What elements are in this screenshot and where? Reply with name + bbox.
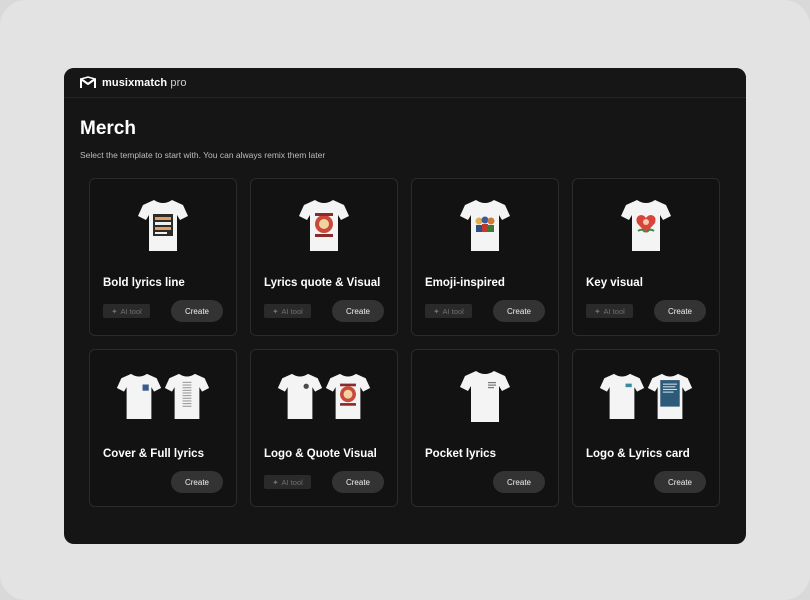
page-title: Merch — [80, 118, 136, 139]
ai-tool-tag: ✦ AI tool — [264, 475, 311, 489]
template-card-cover-full-lyrics[interactable]: Cover & Full lyrics Create — [89, 349, 237, 507]
tshirt-preview — [90, 368, 236, 424]
card-title: Key visual — [586, 277, 643, 289]
card-title: Lyrics quote & Visual — [264, 277, 381, 289]
template-grid: Bold lyrics line ✦ AI tool Create Lyrics … — [89, 178, 720, 507]
create-button[interactable]: Create — [171, 300, 223, 322]
template-card-bold-lyrics-line[interactable]: Bold lyrics line ✦ AI tool Create — [89, 178, 237, 336]
tshirt-preview — [90, 197, 236, 253]
tshirt-preview — [412, 197, 558, 253]
template-card-lyrics-quote-visual[interactable]: Lyrics quote & Visual ✦ AI tool Create — [250, 178, 398, 336]
sparkle-icon: ✦ — [594, 306, 601, 316]
create-button[interactable]: Create — [493, 471, 545, 493]
card-title: Bold lyrics line — [103, 277, 185, 289]
tshirt-back-icon — [325, 373, 371, 419]
tshirt-back-icon — [164, 373, 210, 419]
tshirt-preview — [412, 368, 558, 424]
create-button[interactable]: Create — [332, 300, 384, 322]
musixmatch-logo-icon — [80, 75, 96, 88]
create-button[interactable]: Create — [654, 300, 706, 322]
tshirt-icon — [138, 200, 188, 251]
page-subtitle: Select the template to start with. You c… — [80, 150, 326, 160]
card-title: Cover & Full lyrics — [103, 448, 204, 460]
create-button[interactable]: Create — [171, 471, 223, 493]
brand-name: musixmatch pro — [102, 76, 187, 89]
tshirt-icon — [621, 200, 671, 251]
tshirt-preview — [573, 368, 719, 424]
ai-tool-tag: ✦ AI tool — [103, 304, 150, 318]
app-window: musixmatch pro Merch Select the template… — [64, 68, 746, 544]
tshirt-icon — [299, 200, 349, 251]
tshirt-preview — [251, 197, 397, 253]
sparkle-icon: ✦ — [433, 306, 440, 316]
top-bar: musixmatch pro — [64, 68, 746, 98]
tshirt-icon — [460, 371, 510, 422]
tshirt-icon — [460, 200, 510, 251]
tshirt-preview — [573, 197, 719, 253]
card-title: Logo & Quote Visual — [264, 448, 377, 460]
tshirt-preview — [251, 368, 397, 424]
sparkle-icon: ✦ — [272, 306, 279, 316]
card-title: Logo & Lyrics card — [586, 448, 690, 460]
tshirt-front-icon — [277, 373, 323, 419]
card-title: Emoji-inspired — [425, 277, 505, 289]
ai-tool-tag: ✦ AI tool — [425, 304, 472, 318]
template-card-emoji-inspired[interactable]: Emoji-inspired ✦ AI tool Create — [411, 178, 559, 336]
tshirt-back-icon — [647, 373, 693, 419]
create-button[interactable]: Create — [493, 300, 545, 322]
tshirt-front-icon — [116, 373, 162, 419]
ai-tool-tag: ✦ AI tool — [586, 304, 633, 318]
template-card-key-visual[interactable]: Key visual ✦ AI tool Create — [572, 178, 720, 336]
card-title: Pocket lyrics — [425, 448, 496, 460]
app-logo[interactable]: musixmatch pro — [80, 75, 187, 90]
create-button[interactable]: Create — [654, 471, 706, 493]
template-card-pocket-lyrics[interactable]: Pocket lyrics Create — [411, 349, 559, 507]
ai-tool-tag: ✦ AI tool — [264, 304, 311, 318]
sparkle-icon: ✦ — [111, 306, 118, 316]
template-card-logo-quote-visual[interactable]: Logo & Quote Visual ✦ AI tool Create — [250, 349, 398, 507]
tshirt-front-icon — [599, 373, 645, 419]
template-card-logo-lyrics-card[interactable]: Logo & Lyrics card Create — [572, 349, 720, 507]
create-button[interactable]: Create — [332, 471, 384, 493]
sparkle-icon: ✦ — [272, 477, 279, 487]
